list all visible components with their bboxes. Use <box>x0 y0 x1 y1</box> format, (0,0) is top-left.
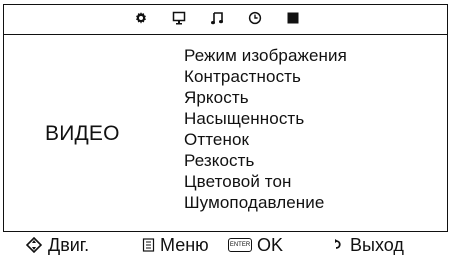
menu-item-sharpness[interactable]: Резкость <box>184 150 404 171</box>
move-label: Двиг. <box>48 235 90 255</box>
monitor-icon[interactable] <box>170 9 188 27</box>
menu-label: Меню <box>160 235 209 255</box>
ok-help: ENTER OK <box>228 232 283 258</box>
exit-help: Выход <box>333 232 404 258</box>
navigation-diamond-icon <box>26 237 42 253</box>
menu-help: Меню <box>142 232 209 258</box>
display-icon <box>172 11 186 25</box>
menu-item-noise-reduction[interactable]: Шумоподавление <box>184 192 404 213</box>
move-help: Двиг. <box>26 232 89 258</box>
timer-icon <box>248 11 262 25</box>
audio-icon <box>211 12 223 25</box>
menu-icon <box>142 238 155 252</box>
settings-gear-icon[interactable] <box>132 9 150 27</box>
menu-item-contrast[interactable]: Контрастность <box>184 66 404 87</box>
gear-icon <box>136 12 146 24</box>
music-note-icon[interactable] <box>208 9 226 27</box>
menu-item-color-tone[interactable]: Цветовой тон <box>184 171 404 192</box>
ok-label: OK <box>257 235 284 255</box>
menu-category-icons <box>132 9 302 29</box>
exit-label: Выход <box>350 235 404 255</box>
section-title-video: ВИДЕО <box>45 122 120 145</box>
feature-square-icon <box>287 12 299 24</box>
return-arrow-icon <box>335 239 341 249</box>
clock-icon[interactable] <box>246 9 264 27</box>
menu-item-brightness[interactable]: Яркость <box>184 87 404 108</box>
top-icon-bar <box>3 4 448 35</box>
menu-item-picture-mode[interactable]: Режим изображения <box>184 45 404 66</box>
menu-item-saturation[interactable]: Насыщенность <box>184 108 404 129</box>
menu-item-tint[interactable]: Оттенок <box>184 129 404 150</box>
bottom-help-bar: Двиг. Меню ENTER OK Выход <box>0 232 454 258</box>
black-square-icon[interactable] <box>284 9 302 27</box>
video-settings-menu: Режим изображения Контрастность Яркость … <box>184 45 404 213</box>
enter-key-icon: ENTER <box>228 238 252 252</box>
